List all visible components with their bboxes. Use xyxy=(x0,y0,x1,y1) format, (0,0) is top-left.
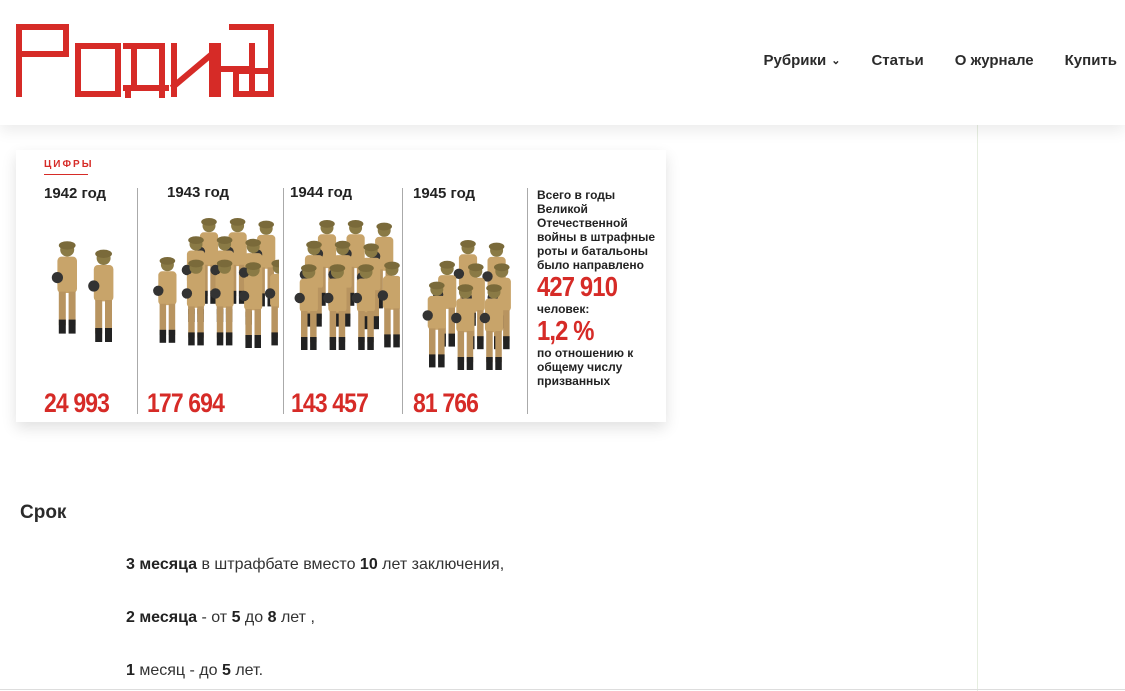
soldiers-illustration-1942 xyxy=(51,241,114,342)
page-bottom-border xyxy=(0,689,1125,690)
count-1942: 24 993 xyxy=(44,388,110,418)
nav-buy-label: Купить xyxy=(1064,52,1117,69)
soldiers-illustration-1943 xyxy=(153,218,279,348)
count-1943: 177 694 xyxy=(147,388,225,418)
term-text: в штрафбате вместо xyxy=(197,556,360,573)
nav-rubrics-label: Рубрики xyxy=(763,52,827,69)
year-1945: 1945 год xyxy=(413,185,476,202)
column-divider xyxy=(402,188,403,414)
term-value: 2 месяца xyxy=(126,609,198,626)
term-value: 10 xyxy=(359,556,378,573)
nav-about[interactable]: О журнале xyxy=(955,52,1034,69)
term-text: - от xyxy=(197,609,232,626)
column-divider xyxy=(283,188,284,414)
column-divider xyxy=(527,188,528,414)
column-divider xyxy=(137,188,138,414)
tag-underline xyxy=(44,174,88,175)
term-line-2: 2 месяца - от 5 до 8 лет , xyxy=(126,609,315,627)
infographic-figures: ЦИФРЫ 1942 год 1943 год 1944 год 1945 го… xyxy=(16,150,666,422)
term-value: 5 xyxy=(221,662,231,679)
year-1943: 1943 год xyxy=(167,184,230,201)
summary-total: 427 910 xyxy=(537,271,618,302)
term-value: 1 xyxy=(126,662,135,679)
nav-buy[interactable]: Купить xyxy=(1065,52,1117,69)
section-title: Срок xyxy=(20,502,67,523)
term-line-3: 1 месяц - до 5 лет. xyxy=(126,662,263,680)
term-value: 3 месяца xyxy=(126,556,198,573)
summary-intro: Всего в годы Великой Отечественной войны… xyxy=(537,188,656,272)
sidebar-divider xyxy=(977,125,978,691)
summary-block: Всего в годы Великой Отечественной войны… xyxy=(537,188,662,388)
year-1942: 1942 год xyxy=(44,185,107,202)
infographic-tag: ЦИФРЫ xyxy=(44,159,94,170)
nav-about-label: О журнале xyxy=(954,52,1034,69)
nav-rubrics[interactable]: Рубрики ⌄ xyxy=(764,52,841,69)
term-text: лет. xyxy=(230,662,264,679)
nav-articles[interactable]: Статьи xyxy=(871,52,923,69)
term-text: месяц - до xyxy=(134,662,222,679)
summary-outro: по отношению к общему числу призванных xyxy=(537,346,634,388)
site-header: Рубрики ⌄ Статьи О журнале Купить xyxy=(0,0,1125,125)
chevron-down-icon: ⌄ xyxy=(831,55,841,67)
count-1945: 81 766 xyxy=(413,388,479,418)
main-nav: Рубрики ⌄ Статьи О журнале Купить xyxy=(733,52,1117,69)
summary-percent: 1,2 % xyxy=(537,315,594,346)
count-1944: 143 457 xyxy=(291,388,369,418)
term-text: до xyxy=(240,609,268,626)
nav-articles-label: Статьи xyxy=(871,52,924,69)
soldiers-illustration-1944 xyxy=(294,220,400,350)
term-text: лет , xyxy=(276,609,315,626)
year-1944: 1944 год xyxy=(290,184,353,201)
rodina-logo[interactable] xyxy=(16,24,274,98)
term-line-1: 3 месяца в штрафбате вместо 10 лет заклю… xyxy=(126,556,504,574)
term-value: 8 xyxy=(267,609,277,626)
term-text: лет заключения, xyxy=(377,556,505,573)
soldiers-illustration-1945 xyxy=(422,240,511,370)
summary-people: человек: xyxy=(537,302,590,316)
